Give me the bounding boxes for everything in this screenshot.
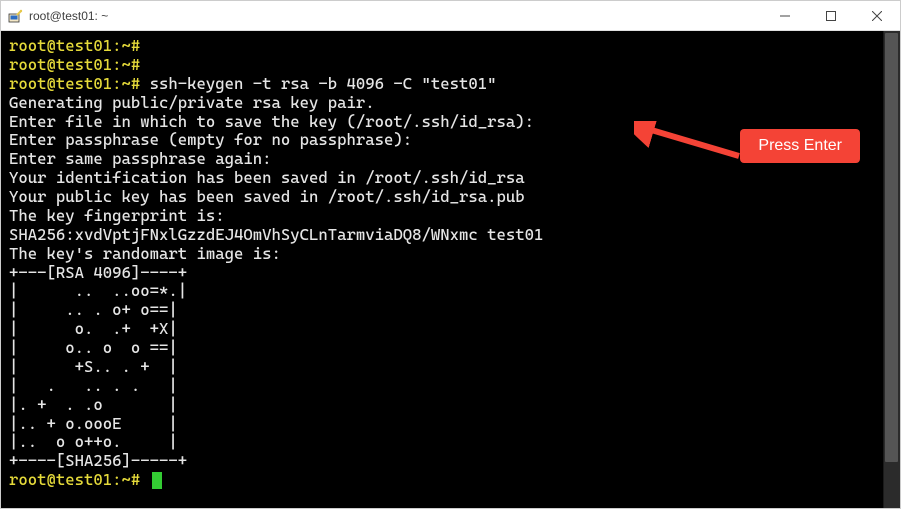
randomart-line: +----[SHA256]-----+ — [9, 452, 892, 471]
randomart-line: |.. + o.oooE | — [9, 415, 892, 434]
prompt-command-line: root@test01:~# ssh-keygen -t rsa -b 4096… — [9, 75, 892, 94]
window-title: root@test01: ~ — [29, 9, 762, 23]
prompt-line: root@test01:~# — [9, 37, 892, 56]
titlebar[interactable]: root@test01: ~ — [1, 1, 900, 31]
output-line: Your public key has been saved in /root/… — [9, 188, 892, 207]
maximize-button[interactable] — [808, 1, 854, 30]
output-line: Enter same passphrase again: — [9, 150, 892, 169]
app-window: root@test01: ~ root@test01:~# root@test0… — [0, 0, 901, 509]
randomart-line: | . .. . . | — [9, 377, 892, 396]
output-line: The key fingerprint is: — [9, 207, 892, 226]
scroll-thumb[interactable] — [885, 33, 898, 462]
cursor-block — [152, 472, 162, 489]
output-line: Your identification has been saved in /r… — [9, 169, 892, 188]
close-button[interactable] — [854, 1, 900, 30]
minimize-button[interactable] — [762, 1, 808, 30]
putty-icon — [7, 8, 23, 24]
prompt-line: root@test01:~# — [9, 56, 892, 75]
randomart-line: | .. ..oo=*.| — [9, 282, 892, 301]
output-line: Enter file in which to save the key (/ro… — [9, 113, 892, 132]
output-line: The key's randomart image is: — [9, 245, 892, 264]
output-line: Generating public/private rsa key pair. — [9, 94, 892, 113]
window-controls — [762, 1, 900, 30]
randomart-line: |. + . .o | — [9, 396, 892, 415]
terminal[interactable]: root@test01:~# root@test01:~# root@test0… — [1, 31, 900, 508]
randomart-line: +---[RSA 4096]----+ — [9, 264, 892, 283]
prompt-cursor-line: root@test01:~# — [9, 471, 892, 490]
randomart-line: | +S.. . + | — [9, 358, 892, 377]
randomart-line: | o. .+ +X| — [9, 320, 892, 339]
output-line: SHA256:xvdVptjFNxlGzzdEJ4OmVhSyCLnTarmvi… — [9, 226, 892, 245]
randomart-line: | .. . o+ o==| — [9, 301, 892, 320]
scrollbar[interactable] — [883, 31, 900, 508]
randomart-line: | o.. o o ==| — [9, 339, 892, 358]
output-line: Enter passphrase (empty for no passphras… — [9, 131, 892, 150]
randomart-line: |.. o o++o. | — [9, 433, 892, 452]
